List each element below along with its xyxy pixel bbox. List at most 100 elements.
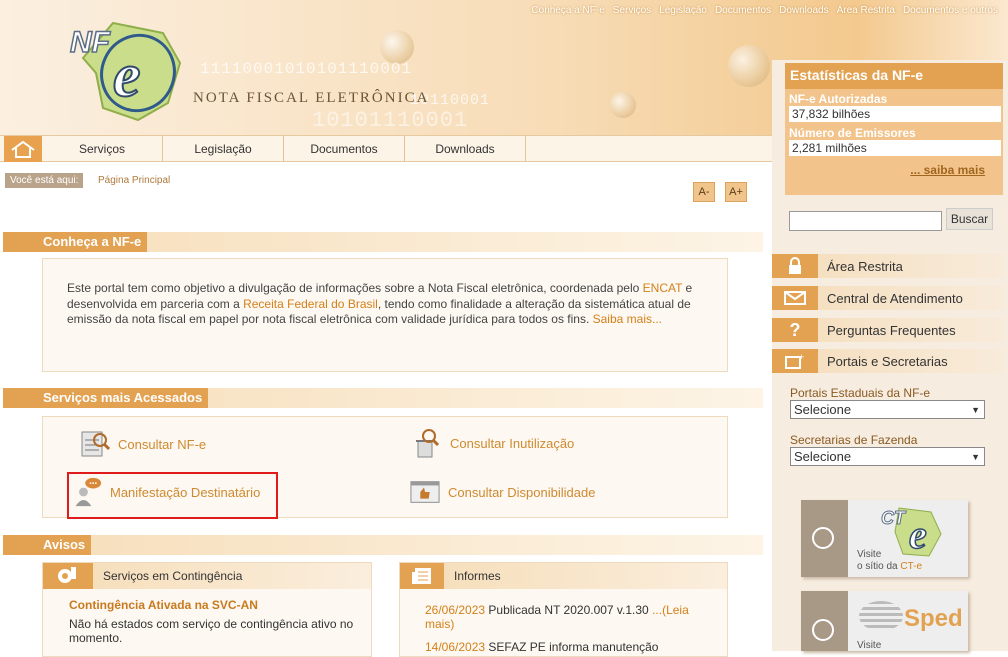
globe-decoration: [728, 45, 770, 87]
portais-label: Portais Estaduais da NF-e: [790, 386, 931, 400]
contingencia-header: Serviços em Contingência: [43, 563, 371, 589]
sped-visit-text: Visite: [857, 640, 882, 651]
cte-link[interactable]: CT-e: [900, 561, 922, 572]
nav-downloads[interactable]: Downloads: [405, 136, 526, 162]
top-links: Conheça a NF-e Serviços Legislação Docum…: [531, 5, 998, 16]
contingencia-title: Serviços em Contingência: [103, 569, 243, 583]
chevron-down-icon: ▼: [971, 404, 980, 415]
nav-legislacao[interactable]: Legislação: [163, 136, 284, 162]
sidebar-item-label: Portais e Secretarias: [827, 353, 948, 369]
section-servicos: Serviços mais Acessados: [3, 388, 763, 408]
news-text: Publicada NT 2020.007 v.1.30: [485, 603, 653, 617]
secretarias-label: Secretarias de Fazenda: [790, 433, 918, 447]
main-nav: Serviços Legislação Documentos Downloads: [0, 135, 772, 162]
section-conheca: Conheça a NF-e: [3, 232, 763, 252]
news-date: 26/06/2023: [425, 603, 486, 617]
binary-decoration: 11110001010101110001: [200, 60, 413, 78]
sidebar-item-perguntas[interactable]: ? Perguntas Frequentes: [772, 318, 1004, 342]
lock-icon: [772, 254, 818, 278]
sidebar-item-label: Área Restrita: [827, 258, 903, 274]
service-consultar-disponibilidade[interactable]: Consultar Disponibilidade: [410, 476, 595, 508]
font-decrease-button[interactable]: A-: [693, 182, 715, 202]
sidebar-item-central-atendimento[interactable]: Central de Atendimento: [772, 286, 1004, 310]
news-text: SEFAZ PE informa manutenção: [485, 640, 659, 654]
top-link-servicos[interactable]: Serviços: [613, 5, 651, 16]
nfe-logo[interactable]: NF e: [68, 18, 188, 126]
sped-banner[interactable]: Sped Visite: [801, 591, 968, 651]
svg-text:e: e: [113, 42, 141, 110]
service-consultar-nfe[interactable]: Consultar NF-e: [80, 428, 206, 460]
sidebar-item-portais[interactable]: + Portais e Secretarias: [772, 349, 1004, 373]
sidebar-item-label: Central de Atendimento: [827, 290, 963, 306]
breadcrumb-label: Você está aqui:: [5, 173, 84, 188]
globe-icon: [812, 619, 834, 641]
document-search-icon: [80, 428, 110, 460]
thumbs-up-screen-icon: [410, 476, 440, 508]
news-date: 14/06/2023: [425, 640, 486, 654]
service-label: Consultar NF-e: [118, 436, 207, 452]
search-button[interactable]: Buscar: [946, 208, 993, 230]
portais-select[interactable]: Selecione ▼: [790, 400, 985, 419]
question-icon: ?: [772, 318, 818, 342]
search-input[interactable]: [789, 211, 942, 231]
chevron-down-icon: ▼: [971, 451, 980, 462]
service-consultar-inutilizacao[interactable]: Consultar Inutilização: [412, 427, 574, 459]
receita-link[interactable]: Receita Federal do Brasil: [243, 297, 378, 311]
secretarias-select-value: Selecione: [794, 449, 852, 464]
stat-issuers-value: 2,281 milhões: [789, 140, 1001, 156]
cte-visit-text: Visite: [857, 549, 882, 560]
encat-link[interactable]: ENCAT: [643, 281, 683, 295]
informes-title: Informes: [454, 569, 501, 583]
globe-decoration: [610, 92, 636, 118]
section-title: Avisos: [3, 535, 92, 555]
news-icon: [400, 563, 444, 589]
cte-site-text: o sítio da: [857, 561, 901, 572]
envelope-icon: [772, 286, 818, 310]
section-title: Conheça a NF-e: [3, 232, 148, 252]
section-avisos: Avisos: [3, 535, 763, 555]
window-plus-icon: +: [772, 349, 818, 373]
top-link-legislacao[interactable]: Legislação: [659, 5, 707, 16]
cte-banner-text: Visite o sítio da CT-e: [857, 549, 922, 573]
news-item[interactable]: 26/06/2023 Publicada NT 2020.007 v.1.30 …: [425, 603, 720, 631]
sidebar-item-area-restrita[interactable]: Área Restrita: [772, 254, 1004, 278]
highlight-frame: [67, 472, 278, 519]
contingencia-status[interactable]: Contingência Ativada na SVC-AN: [69, 598, 258, 612]
top-link-downloads[interactable]: Downloads: [779, 5, 828, 16]
portais-select-value: Selecione: [794, 402, 852, 417]
top-link-area-restrita[interactable]: Área Restrita: [837, 5, 895, 16]
saiba-mais-link[interactable]: Saiba mais...: [593, 312, 662, 326]
intro-box: Este portal tem como objetivo a divulgaç…: [42, 258, 728, 372]
sidebar-item-label: Perguntas Frequentes: [827, 322, 956, 338]
breadcrumb-current[interactable]: Página Principal: [98, 175, 170, 186]
nav-documentos[interactable]: Documentos: [284, 136, 405, 162]
sped-globe-logo: [859, 601, 903, 631]
wrench-gear-icon: [43, 563, 93, 589]
secretarias-select[interactable]: Selecione ▼: [790, 447, 985, 466]
binary-decoration: 10101110001: [312, 108, 469, 133]
home-button[interactable]: [4, 136, 42, 162]
service-label: Consultar Inutilização: [450, 435, 575, 451]
stats-panel: Estatísticas da NF-e NF-e Autorizadas 37…: [785, 63, 1003, 195]
service-label: Consultar Disponibilidade: [448, 484, 596, 500]
svg-text:NF: NF: [70, 26, 111, 59]
nav-servicos[interactable]: Serviços: [42, 136, 163, 162]
top-link-documentos[interactable]: Documentos: [715, 5, 771, 16]
site-title: NOTA FISCAL ELETRÔNICA: [193, 90, 430, 106]
cte-banner[interactable]: CT e Visite o sítio da CT-e: [801, 500, 968, 577]
section-title: Serviços mais Acessados: [3, 388, 209, 408]
stat-authorized-value: 37,832 bilhões: [789, 106, 1001, 122]
news-item[interactable]: 14/06/2023 SEFAZ PE informa manutenção: [425, 640, 720, 654]
stats-more-link[interactable]: ... saiba mais: [910, 163, 985, 177]
top-link-documentos-outros[interactable]: Documentos e outros: [903, 5, 998, 16]
home-icon: [11, 140, 35, 158]
sped-logo: Sped: [904, 605, 963, 632]
stat-issuers-label: Número de Emissores: [789, 126, 916, 140]
font-increase-button[interactable]: A+: [725, 182, 747, 202]
intro-text: Este portal tem como objetivo a divulgaç…: [67, 281, 643, 295]
globe-icon: [812, 527, 834, 549]
informes-header: Informes: [400, 563, 727, 589]
contingencia-text: Não há estados com serviço de contingênc…: [69, 617, 354, 645]
top-link-conheca[interactable]: Conheça a NF-e: [531, 5, 604, 16]
trash-search-icon: [412, 427, 442, 459]
